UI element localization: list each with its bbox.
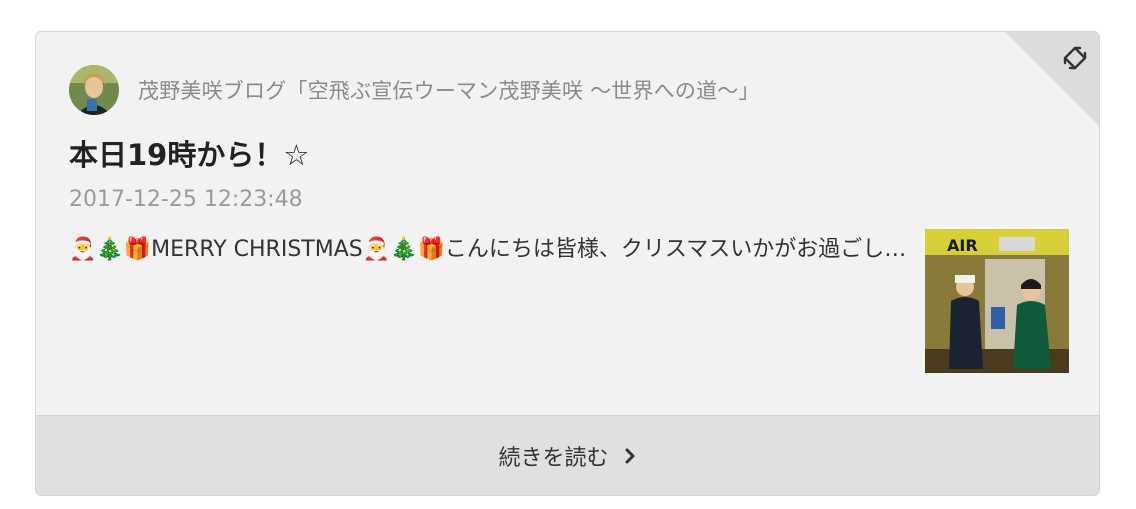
post-title[interactable]: 本日19時から！☆ [69,132,309,174]
expand-arrows-icon[interactable] [1061,44,1089,72]
post-thumbnail[interactable]: AIR [925,229,1069,373]
card-header: 茂野美咲ブログ「空飛ぶ宣伝ウーマン茂野美咲 〜世界への道〜」 [69,64,760,116]
avatar [69,65,119,115]
post-date: 2017-12-25 12:23:48 [69,187,303,212]
thumbnail-image: AIR [925,229,1069,373]
blog-name[interactable]: 茂野美咲ブログ「空飛ぶ宣伝ウーマン茂野美咲 〜世界への道〜」 [138,75,760,105]
thumbnail-sign: AIR [947,236,978,255]
blog-card[interactable]: 茂野美咲ブログ「空飛ぶ宣伝ウーマン茂野美咲 〜世界への道〜」 本日19時から！☆… [35,31,1100,496]
read-more-button[interactable]: 続きを読む [36,415,1099,495]
read-more-label: 続きを読む [498,445,609,471]
avatar-image [69,65,119,115]
post-excerpt: 🎅🎄🎁MERRY CHRISTMAS🎅🎄🎁こんにちは皆様、クリスマスいかがお過ご… [69,237,907,262]
chevron-right-icon [625,448,634,463]
